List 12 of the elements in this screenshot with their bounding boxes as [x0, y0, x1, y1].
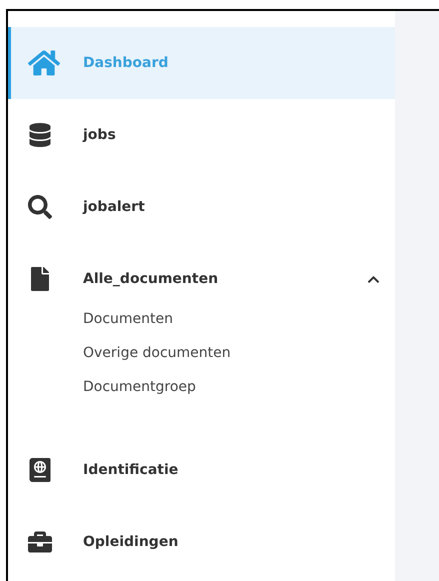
submenu-link[interactable]: Documentgroep — [83, 370, 395, 404]
briefcase-icon — [28, 530, 52, 554]
sidebar-item[interactable]: Identificatie — [8, 434, 395, 506]
database-icon — [28, 123, 52, 147]
file-icon — [28, 267, 52, 291]
sidebar-item[interactable]: jobs — [8, 99, 395, 171]
sidebar-item[interactable]: Opleidingen — [8, 506, 395, 578]
submenu-link[interactable]: Documenten — [83, 302, 395, 336]
search-icon — [28, 195, 52, 219]
passport-icon — [28, 458, 52, 482]
sidebar-item[interactable]: jobalert — [8, 171, 395, 243]
submenu-link[interactable]: Overige documenten — [83, 336, 395, 370]
